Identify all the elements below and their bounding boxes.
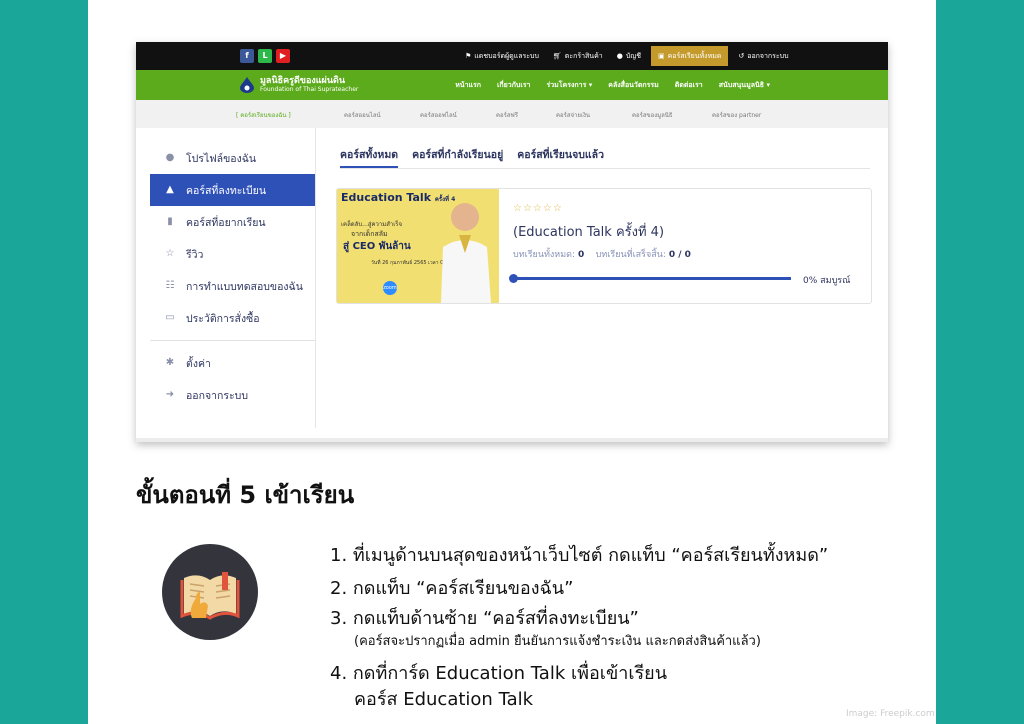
- brand-name-en: Foundation of Thai Suprateacher: [260, 86, 359, 93]
- main-header: มูลนิธิครูดีของแผ่นดิน Foundation of Tha…: [136, 70, 888, 100]
- sidebar-item-reviews[interactable]: ☆ รีวิว: [150, 238, 315, 270]
- logout-icon: ➜: [165, 389, 175, 400]
- step-4-line-2: คอร์ส Education Talk: [354, 689, 534, 710]
- tab-completed[interactable]: คอร์สที่เรียนจบแล้ว: [517, 142, 604, 168]
- sidebar-item-enrolled[interactable]: ▲ คอร์สที่ลงทะเบียน: [150, 174, 315, 206]
- bookmark-icon: ▮: [167, 216, 173, 227]
- sidebar-item-wishlist[interactable]: ▮ คอร์สที่อยากเรียน: [150, 206, 315, 238]
- nav-home[interactable]: หน้าแรก: [447, 80, 489, 91]
- website-screenshot: f L ▶ ⚑ แดชบอร์ดผู้ดูแลระบบ 🛒︎ ตะกร้าสินค้…: [136, 42, 888, 442]
- course-tabs: คอร์สทั้งหมด คอร์สที่กำลังเรียนอยู่ คอร์…: [340, 142, 870, 169]
- step-1: 1. ที่เมนูด้านบนสุดของหน้าเว็บไซต์ กดแท็…: [330, 545, 829, 566]
- subnav-online[interactable]: คอร์สออนไลน์: [344, 110, 381, 120]
- main-nav: หน้าแรก เกี่ยวกับเรา ร่วมโครงการ ▾ คลังส…: [447, 70, 778, 100]
- top-nav-logout[interactable]: ↺ ออกจากระบบ: [731, 42, 795, 70]
- brand-logo[interactable]: มูลนิธิครูดีของแผ่นดิน Foundation of Tha…: [240, 76, 358, 94]
- cart-icon: 🛒︎: [552, 52, 562, 60]
- nav-media[interactable]: คลังสื่อนวัตกรรม: [600, 80, 667, 91]
- user-icon: ●: [616, 52, 623, 60]
- subnav-free[interactable]: คอร์สฟรี: [496, 110, 518, 120]
- gear-icon: ✱: [165, 357, 175, 368]
- course-thumbnail[interactable]: Education Talk ครั้งที่ 4 เคล็ดลับ...สู่…: [337, 189, 499, 303]
- dashboard-sidebar: ● โปรไฟล์ของฉัน ▲ คอร์สที่ลงทะเบียน ▮ คอร์ส…: [150, 142, 315, 411]
- image-credit: Image: Freepik.com: [846, 709, 935, 719]
- course-card[interactable]: Education Talk ครั้งที่ 4 เคล็ดลับ...สู่…: [336, 188, 872, 304]
- sidebar-item-orders[interactable]: ▭ ประวัติการสั่งซื้อ: [150, 302, 315, 334]
- step-3: 3. กดแท็บด้านซ้าย “คอร์สที่ลงทะเบียน”: [330, 608, 639, 629]
- top-bar: f L ▶ ⚑ แดชบอร์ดผู้ดูแลระบบ 🛒︎ ตะกร้าสินค้…: [136, 42, 888, 70]
- top-nav-cart[interactable]: 🛒︎ ตะกร้าสินค้า: [546, 42, 610, 70]
- step-heading: ขั้นตอนที่ 5 เข้าเรียน: [136, 481, 355, 509]
- thumb-line-1: เคล็ดลับ...สู่ความสำเร็จ: [341, 221, 403, 228]
- quiz-icon: ☷: [165, 280, 175, 291]
- zoom-icon: zoom: [383, 281, 397, 295]
- book-icon: [180, 572, 240, 620]
- sidebar-item-quiz[interactable]: ☷ การทำแบบทดสอบของฉัน: [150, 270, 315, 302]
- sidebar-item-profile[interactable]: ● โปรไฟล์ของฉัน: [150, 142, 315, 174]
- course-sub-nav: [ คอร์สเรียนของฉัน ] คอร์สออนไลน์ คอร์สอ…: [136, 100, 888, 129]
- step-4: 4. กดที่การ์ด Education Talk เพื่อเข้าเร…: [330, 663, 668, 684]
- sidebar-separator: [315, 128, 316, 428]
- sidebar-item-settings[interactable]: ✱ ตั้งค่า: [150, 347, 315, 379]
- progress-fill: [513, 277, 791, 280]
- reading-book-illustration: [162, 544, 258, 640]
- nav-join[interactable]: ร่วมโครงการ ▾: [538, 80, 600, 91]
- flag-icon: ⚑: [465, 52, 472, 60]
- thumb-line-3: สู่ CEO พันล้าน: [343, 241, 411, 252]
- graduation-cap-icon: ▲: [166, 184, 174, 195]
- top-nav-admin-dashboard[interactable]: ⚑ แดชบอร์ดผู้ดูแลระบบ: [458, 42, 546, 70]
- top-nav-all-courses[interactable]: ▣ คอร์สเรียนทั้งหมด: [650, 46, 729, 66]
- sidebar-item-logout[interactable]: ➜ ออกจากระบบ: [150, 379, 315, 411]
- subnav-foundation[interactable]: คอร์สของมูลนิธิ: [632, 110, 673, 120]
- star-icon: ☆: [165, 248, 175, 259]
- subnav-my-courses[interactable]: [ คอร์สเรียนของฉัน ]: [236, 110, 291, 120]
- progress-handle: [509, 274, 518, 283]
- course-title[interactable]: (Education Talk ครั้งที่ 4): [513, 221, 664, 242]
- user-icon: ●: [165, 152, 175, 163]
- foundation-logo-icon: [240, 77, 254, 93]
- subnav-paid[interactable]: คอร์สจ่ายเงิน: [556, 110, 590, 120]
- top-nav-account[interactable]: ● บัญชี: [610, 42, 648, 70]
- speaker-photo: [441, 203, 491, 303]
- subnav-partner[interactable]: คอร์สของ partner: [712, 110, 761, 120]
- nav-about[interactable]: เกี่ยวกับเรา: [489, 80, 538, 91]
- logout-icon: ↺: [738, 52, 745, 60]
- progress-bar: [509, 274, 791, 283]
- tab-in-progress[interactable]: คอร์สที่กำลังเรียนอยู่: [412, 142, 503, 168]
- rating-stars: ☆☆☆☆☆: [513, 203, 563, 214]
- top-nav: ⚑ แดชบอร์ดผู้ดูแลระบบ 🛒︎ ตะกร้าสินค้า ● บัญ…: [458, 42, 796, 70]
- cart-icon: ▭: [165, 312, 175, 323]
- brand-name-th: มูลนิธิครูดีของแผ่นดิน: [260, 76, 345, 86]
- subnav-offline[interactable]: คอร์สออฟไลน์: [420, 110, 457, 120]
- progress-text: 0% สมบูรณ์: [803, 276, 851, 286]
- facebook-icon[interactable]: f: [240, 49, 254, 63]
- dashboard-content: ● โปรไฟล์ของฉัน ▲ คอร์สที่ลงทะเบียน ▮ คอร์ส…: [136, 128, 888, 438]
- line-icon[interactable]: L: [258, 49, 272, 63]
- sidebar-divider: [150, 340, 315, 341]
- step-3-note: (คอร์สจะปรากฏเมื่อ admin ยืนยันการแจ้งชำ…: [354, 634, 761, 649]
- nav-support[interactable]: สนับสนุนมูลนิธิ ▾: [711, 80, 778, 91]
- nav-contact[interactable]: ติดต่อเรา: [667, 80, 711, 91]
- grid-icon: ▣: [657, 52, 665, 60]
- lesson-counts: บทเรียนทั้งหมด: 0 บทเรียนที่เสร็จสิ้น: 0…: [513, 250, 691, 260]
- tab-all-courses[interactable]: คอร์สทั้งหมด: [340, 142, 399, 168]
- youtube-icon[interactable]: ▶: [276, 49, 290, 63]
- step-2: 2. กดแท็บ “คอร์สเรียนของฉัน”: [330, 578, 574, 599]
